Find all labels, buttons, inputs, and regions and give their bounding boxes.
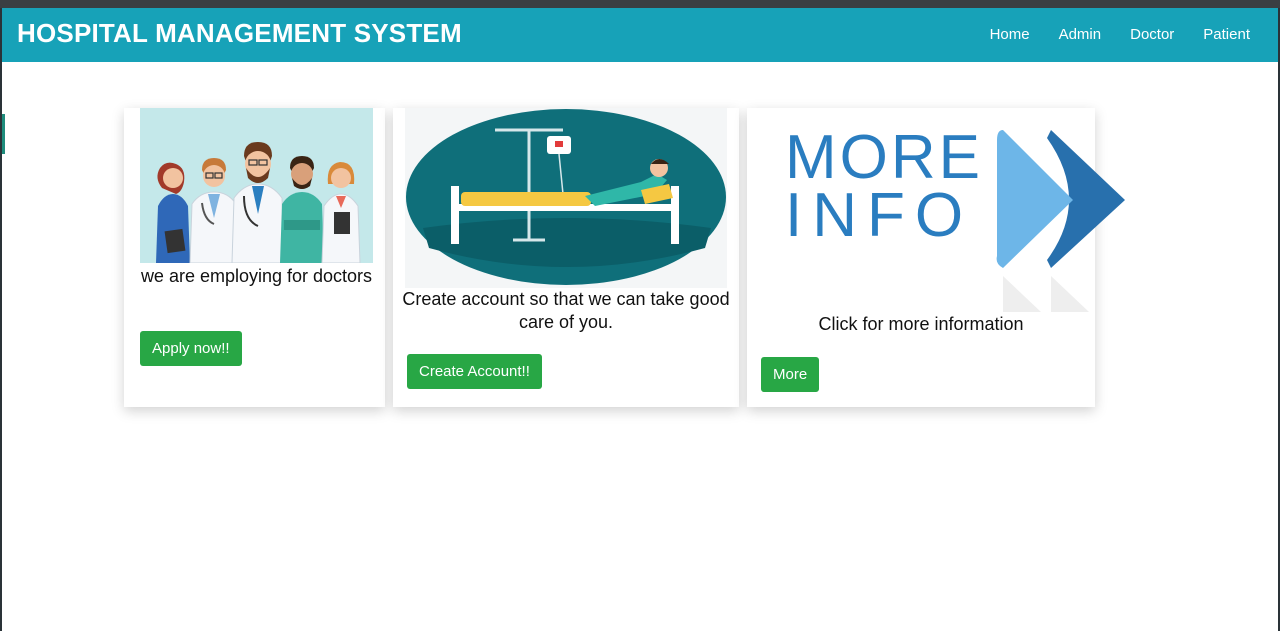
card-more-info-text: Click for more information <box>818 314 1024 334</box>
window-top-strip <box>0 0 1280 8</box>
card-patient: Create account so that we can take good … <box>393 108 739 407</box>
nav-links: Home Admin Doctor Patient <box>961 26 1250 43</box>
nav-link-doctor[interactable]: Doctor <box>1130 26 1174 43</box>
patient-in-hospital-bed-illustration <box>405 108 727 288</box>
brand-title[interactable]: HOSPITAL MANAGEMENT SYSTEM <box>17 18 462 49</box>
double-arrow-icon <box>996 130 1125 312</box>
card-patient-text: Create account so that we can take good … <box>402 289 730 332</box>
main-content: we are employing for doctors Apply now!! <box>2 62 1278 631</box>
doctors-team-illustration <box>140 108 373 263</box>
nav-link-admin[interactable]: Admin <box>1059 26 1102 43</box>
edge-marker <box>2 114 5 154</box>
nav-link-home[interactable]: Home <box>990 26 1030 43</box>
card-doctors-text: we are employing for doctors <box>140 266 373 286</box>
create-account-button[interactable]: Create Account!! <box>407 354 542 389</box>
apply-now-button[interactable]: Apply now!! <box>140 331 242 366</box>
more-info-graphic-line2: INFO <box>785 181 974 250</box>
more-info-graphic-line1: MORE <box>785 123 983 192</box>
more-button[interactable]: More <box>761 357 820 392</box>
nav-link-patient[interactable]: Patient <box>1203 26 1250 43</box>
navbar: HOSPITAL MANAGEMENT SYSTEM Home Admin Do… <box>2 8 1278 62</box>
more-info-graphic: MORE INFO <box>747 108 1125 313</box>
card-more-info: MORE INFO Click for more information Mor… <box>747 108 1125 407</box>
card-doctors: we are employing for doctors Apply now!! <box>124 108 385 407</box>
